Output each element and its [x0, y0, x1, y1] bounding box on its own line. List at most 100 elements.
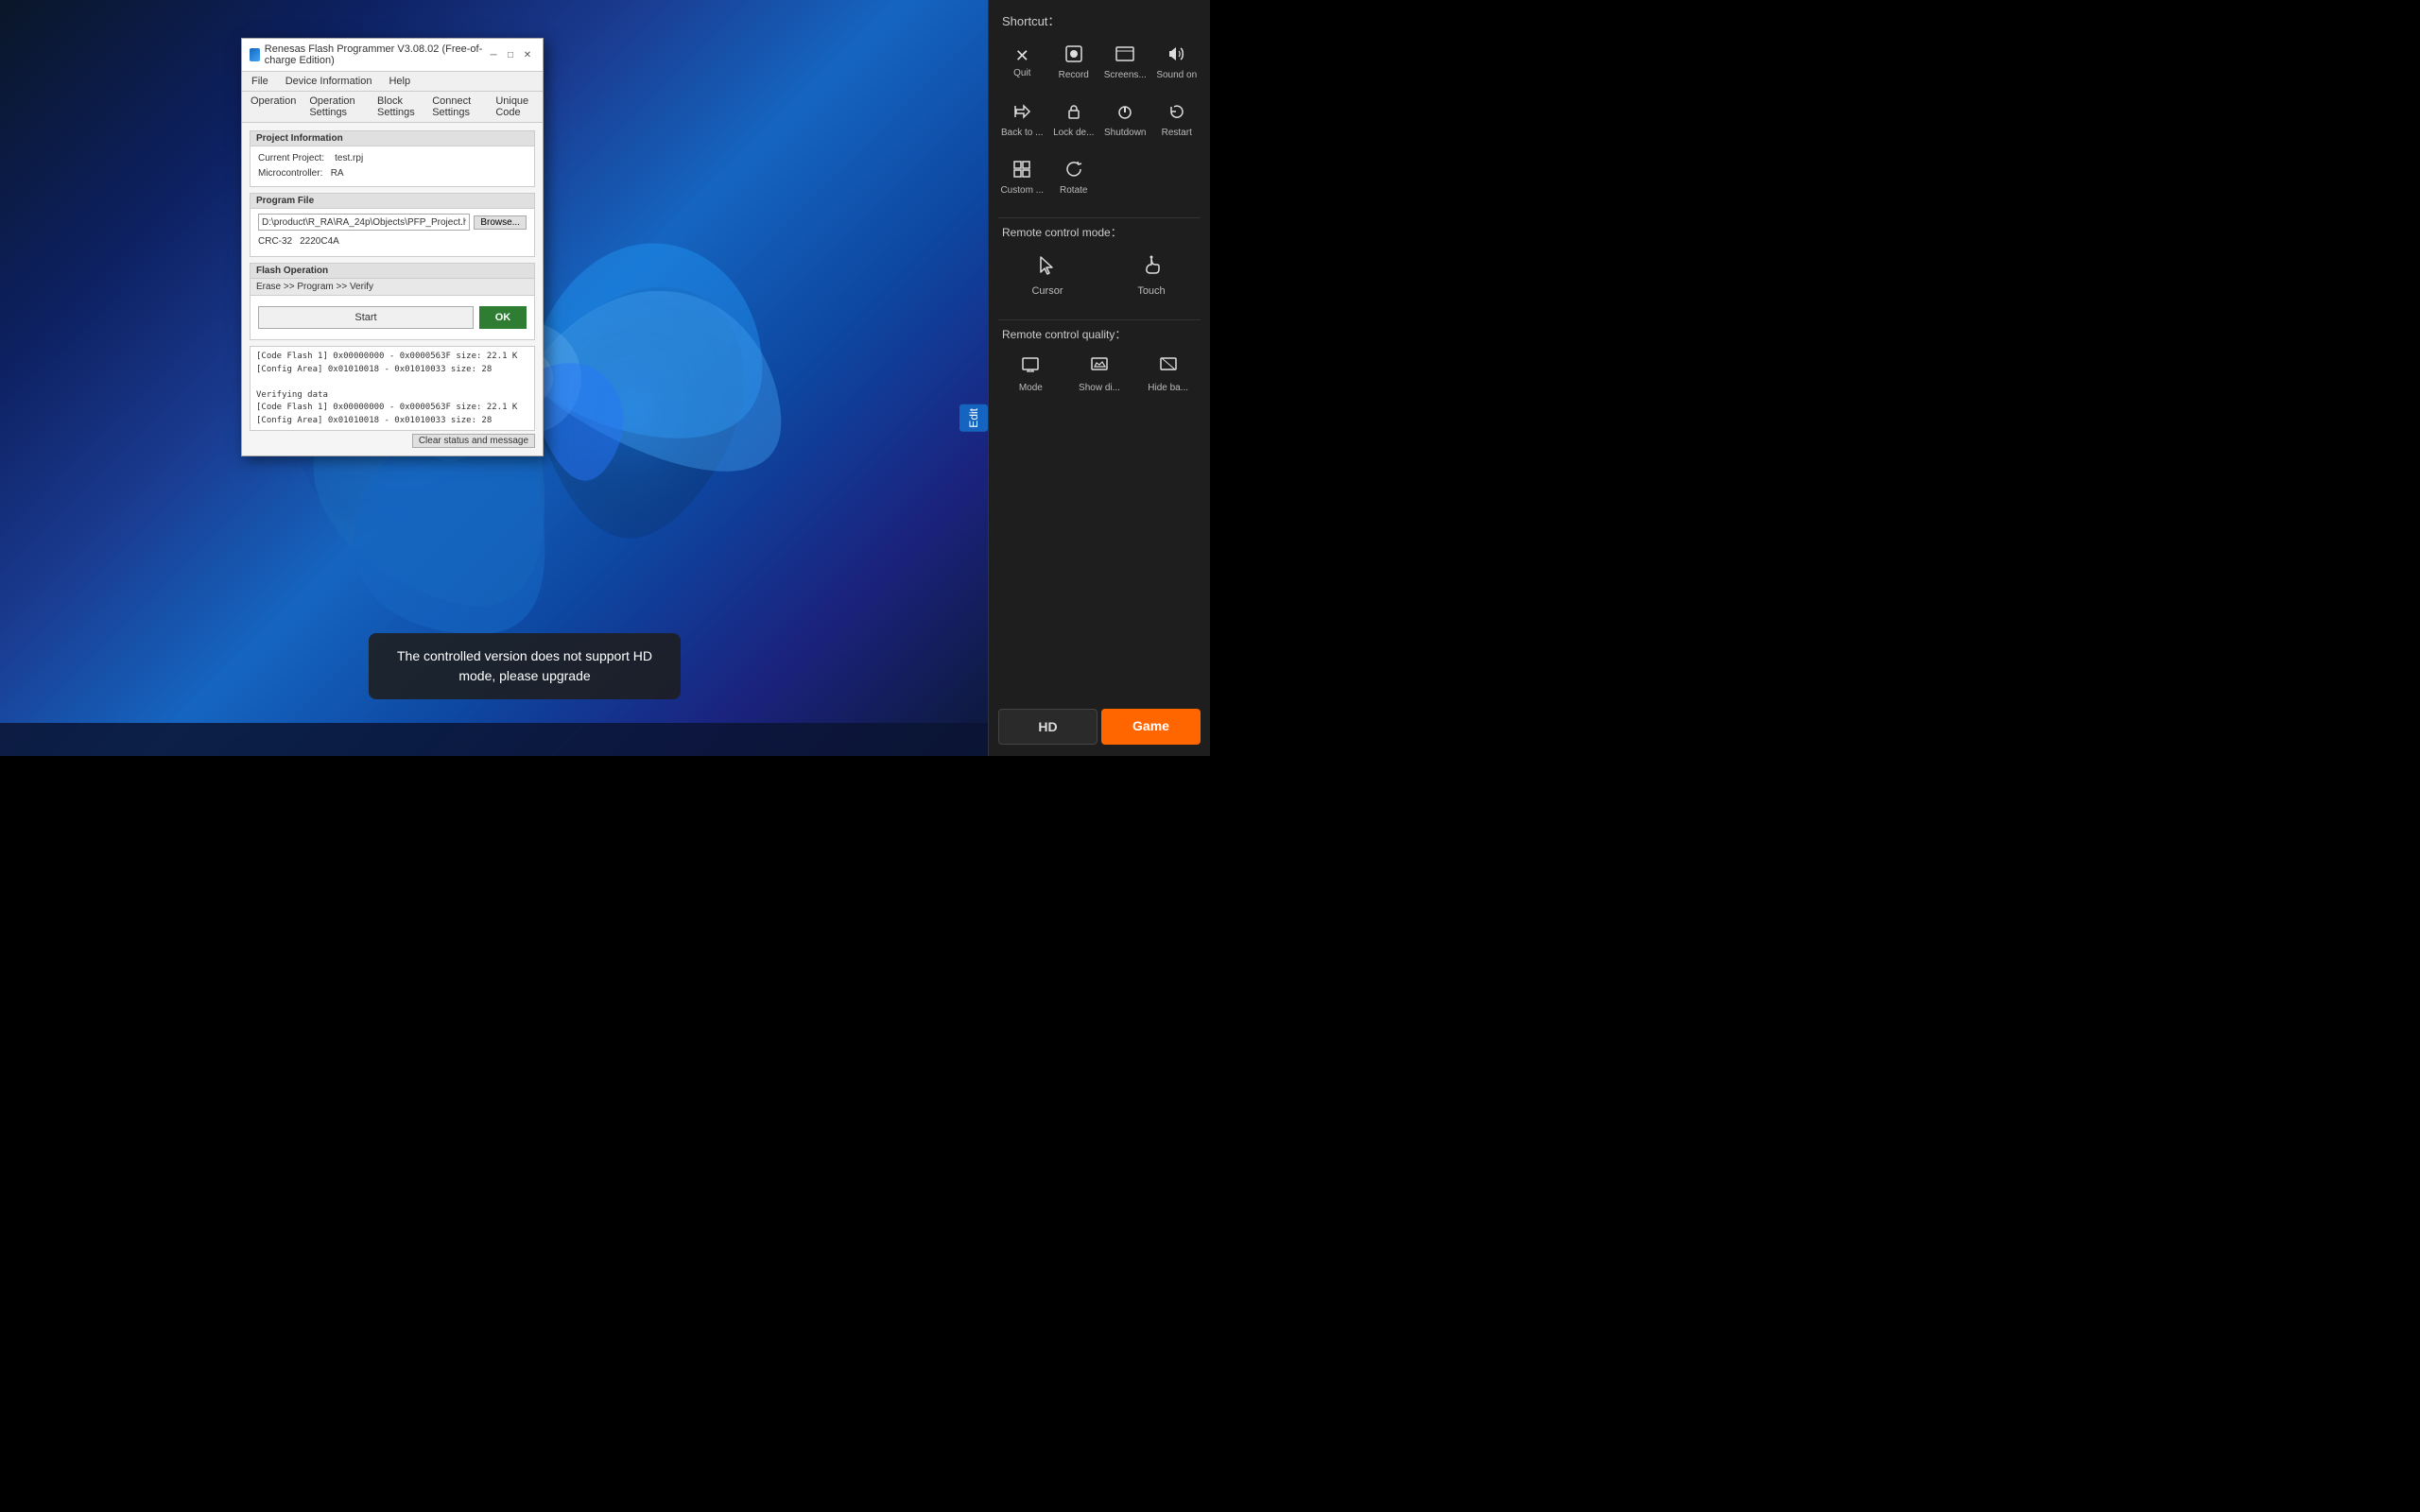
cursor-icon [1037, 255, 1058, 282]
program-file-title: Program File [251, 194, 534, 209]
record-label: Record [1059, 70, 1089, 81]
program-file-input[interactable] [258, 214, 470, 231]
quit-icon: ✕ [1015, 47, 1029, 64]
shortcut-grid-row2: Back to ... Lock de... Shutdown [998, 96, 1201, 145]
back-icon [1012, 102, 1031, 124]
rotate-button[interactable]: Rotate [1050, 154, 1098, 202]
toast-line1: The controlled version does not support … [397, 648, 652, 663]
close-button[interactable]: ✕ [520, 47, 535, 62]
output-line-3: Verifying data [256, 389, 528, 403]
edit-button[interactable]: Edit [959, 404, 988, 432]
toolbar-operation[interactable]: Operation [248, 94, 299, 119]
screenshot-icon [1115, 44, 1134, 66]
crc-label: CRC-32 [258, 234, 292, 249]
ok-button[interactable]: OK [479, 306, 527, 329]
start-ok-row: Start OK [258, 301, 527, 335]
cursor-mode-button[interactable]: Cursor [998, 248, 1097, 304]
rotate-label: Rotate [1060, 185, 1087, 197]
dialog-title-text: Renesas Flash Programmer V3.08.02 (Free-… [265, 43, 486, 66]
microcontroller-label: Microcontroller: [258, 168, 322, 179]
project-info-content: Current Project: test.rpj Microcontrolle… [251, 146, 534, 186]
mode-quality-button[interactable]: Mode [998, 350, 1063, 399]
dialog-controls[interactable]: ─ □ ✕ [486, 47, 535, 62]
shutdown-icon [1115, 102, 1134, 124]
toolbar-connect-settings[interactable]: Connect Settings [429, 94, 485, 119]
start-button[interactable]: Start [258, 306, 474, 329]
back-label: Back to ... [1001, 128, 1043, 139]
quit-button[interactable]: ✕ Quit [998, 39, 1046, 87]
show-di-button[interactable]: Show di... [1067, 350, 1132, 399]
program-file-section: Program File Browse... CRC-32 2220C4A [250, 193, 535, 257]
sidebar: Shortcut： ✕ Quit Record Screens... [988, 0, 1210, 756]
mode-quality-label: Mode [1019, 383, 1043, 393]
remote-mode-title: Remote control mode： [998, 224, 1201, 240]
touch-icon [1141, 255, 1162, 282]
lock-button[interactable]: Lock de... [1050, 96, 1098, 145]
toast-notification: The controlled version does not support … [369, 633, 681, 699]
mode-quality-icon [1021, 355, 1040, 379]
start-ok-content: Start OK [251, 296, 534, 339]
sound-label: Sound on [1156, 70, 1197, 81]
game-button[interactable]: Game [1101, 709, 1201, 745]
custom-button[interactable]: Custom ... [998, 154, 1046, 202]
crc-value: 2220C4A [300, 234, 339, 249]
toast-line2: mode, please upgrade [458, 668, 590, 683]
touch-mode-button[interactable]: Touch [1102, 248, 1201, 304]
toolbar-operation-settings[interactable]: Operation Settings [306, 94, 367, 119]
show-di-icon [1090, 355, 1109, 379]
output-area[interactable]: [Code Flash 1] 0x00000000 - 0x0000563F s… [250, 346, 535, 431]
menu-help[interactable]: Help [385, 74, 414, 89]
shortcut-grid-row3: Custom ... Rotate [998, 154, 1201, 202]
menu-file[interactable]: File [248, 74, 272, 89]
current-project-label: Current Project: [258, 153, 324, 163]
custom-icon [1012, 160, 1031, 181]
flash-operation-title: Flash Operation [251, 264, 534, 279]
back-button[interactable]: Back to ... [998, 96, 1046, 145]
dialog-icon [250, 48, 260, 61]
clear-button[interactable]: Clear status and message [412, 434, 535, 448]
microcontroller-row: Microcontroller: RA [258, 166, 527, 181]
restart-label: Restart [1162, 128, 1192, 139]
remote-quality-title: Remote control quality： [998, 326, 1201, 342]
program-file-content: Browse... CRC-32 2220C4A [251, 209, 534, 256]
remote-mode-grid: Cursor Touch [998, 248, 1201, 304]
sound-button[interactable]: Sound on [1153, 39, 1201, 87]
restart-button[interactable]: Restart [1153, 96, 1201, 145]
toolbar-block-settings[interactable]: Block Settings [374, 94, 422, 119]
record-button[interactable]: Record [1050, 39, 1098, 87]
dialog-title: Renesas Flash Programmer V3.08.02 (Free-… [250, 43, 486, 66]
dialog-menubar: File Device Information Help [242, 72, 543, 92]
screenshot-button[interactable]: Screens... [1101, 39, 1150, 87]
clear-btn-row: Clear status and message [250, 431, 535, 448]
lock-icon [1064, 102, 1083, 124]
hd-game-row: HD Game [998, 709, 1201, 745]
hd-button[interactable]: HD [998, 709, 1098, 745]
divider-1 [998, 217, 1201, 218]
current-project-row: Current Project: test.rpj [258, 151, 527, 166]
flash-operation-section: Flash Operation Erase >> Program >> Veri… [250, 263, 535, 340]
divider-2 [998, 319, 1201, 320]
output-line-0: [Code Flash 1] 0x00000000 - 0x0000563F s… [256, 351, 528, 364]
toolbar-unique-code[interactable]: Unique Code [493, 94, 537, 119]
project-info-title: Project Information [251, 131, 534, 146]
menu-device-info[interactable]: Device Information [282, 74, 376, 89]
hide-ba-icon [1159, 355, 1178, 379]
touch-label: Touch [1137, 285, 1165, 297]
record-icon [1064, 44, 1083, 66]
minimize-button[interactable]: ─ [486, 47, 501, 62]
project-info-section: Project Information Current Project: tes… [250, 130, 535, 187]
maximize-button[interactable]: □ [503, 47, 518, 62]
rotate-icon [1064, 160, 1083, 181]
shutdown-button[interactable]: Shutdown [1101, 96, 1150, 145]
flash-operation-value: Erase >> Program >> Verify [251, 279, 534, 296]
hide-ba-button[interactable]: Hide ba... [1135, 350, 1201, 399]
output-line-1: [Config Area] 0x01010018 - 0x01010033 si… [256, 364, 528, 377]
quit-label: Quit [1013, 68, 1030, 79]
dialog-titlebar: Renesas Flash Programmer V3.08.02 (Free-… [242, 39, 543, 72]
crc-row: CRC-32 2220C4A [258, 234, 527, 251]
taskbar [0, 723, 1049, 756]
desktop: CPU 4% Renesas Flash Programmer V3.08.02… [0, 0, 1049, 756]
restart-icon [1167, 102, 1186, 124]
dialog-content: Project Information Current Project: tes… [242, 123, 543, 455]
browse-button[interactable]: Browse... [474, 215, 527, 230]
